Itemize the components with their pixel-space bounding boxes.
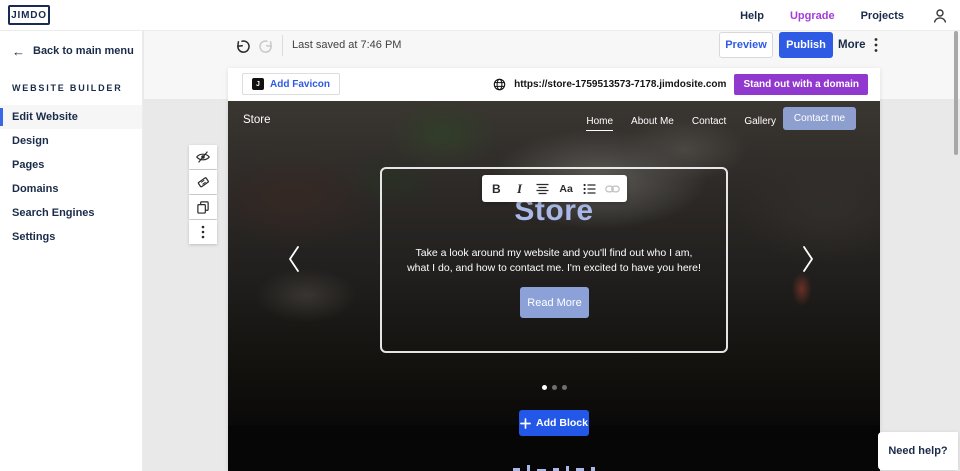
favicon-placeholder-icon: J bbox=[252, 78, 264, 90]
add-favicon-button[interactable]: J Add Favicon bbox=[242, 73, 340, 95]
sidebar-item-pages[interactable]: Pages bbox=[0, 153, 142, 177]
pagination-dot-2[interactable] bbox=[552, 385, 557, 390]
kebab-menu-icon bbox=[874, 37, 878, 53]
eye-slash-icon bbox=[195, 150, 211, 164]
publish-button[interactable]: Publish bbox=[779, 32, 833, 58]
slideshow-prev-arrow[interactable] bbox=[286, 244, 304, 274]
contact-me-button[interactable]: Contact me bbox=[783, 107, 856, 130]
site-url-group: https://store-1759513573-7178.jimdosite.… bbox=[493, 73, 868, 95]
top-bar: JIMDO Help Upgrade Projects bbox=[0, 0, 960, 31]
account-avatar-icon[interactable] bbox=[930, 6, 950, 26]
list-icon[interactable] bbox=[580, 180, 598, 198]
align-center-icon[interactable] bbox=[534, 180, 552, 198]
font-icon[interactable]: Aa bbox=[557, 180, 575, 198]
site-brand[interactable]: Store bbox=[243, 114, 271, 126]
sidebar-items: Edit Website Design Pages Domains Search… bbox=[0, 105, 142, 249]
last-saved-status: Last saved at 7:46 PM bbox=[292, 39, 401, 51]
add-favicon-label: Add Favicon bbox=[270, 79, 330, 90]
sidebar-section-title: WEBSITE BUILDER bbox=[0, 57, 142, 93]
nav-item-contact[interactable]: Contact bbox=[692, 116, 726, 131]
add-block-button[interactable]: Add Block bbox=[519, 410, 589, 436]
add-block-label: Add Block bbox=[536, 417, 588, 429]
redo-button[interactable] bbox=[254, 34, 280, 58]
slideshow-pagination bbox=[228, 385, 880, 390]
bold-icon[interactable]: B bbox=[487, 180, 505, 198]
need-help-button[interactable]: Need help? bbox=[878, 432, 958, 470]
pagination-dot-1[interactable] bbox=[542, 385, 547, 390]
projects-link[interactable]: Projects bbox=[861, 10, 904, 22]
sidebar-item-domains[interactable]: Domains bbox=[0, 177, 142, 201]
back-arrow-icon: ← bbox=[12, 46, 25, 57]
stand-out-domain-button[interactable]: Stand out with a domain bbox=[734, 74, 868, 95]
kebab-menu-icon bbox=[201, 225, 205, 239]
nav-item-gallery[interactable]: Gallery bbox=[744, 116, 776, 131]
globe-icon bbox=[493, 78, 506, 91]
favicon-bar: J Add Favicon https://store-1759513573-7… bbox=[228, 68, 880, 101]
hero-section: Store Home About Me Contact Gallery Cont… bbox=[228, 101, 880, 425]
next-section-text-peek bbox=[513, 465, 595, 471]
toolbar-divider bbox=[282, 35, 283, 56]
jimdo-logo[interactable]: JIMDO bbox=[8, 5, 50, 25]
help-link[interactable]: Help bbox=[740, 10, 764, 22]
back-to-main-menu[interactable]: ← Back to main menu bbox=[0, 31, 142, 57]
italic-icon[interactable]: I bbox=[511, 180, 529, 198]
jimdo-website-builder: JIMDO Help Upgrade Projects ← Back to ma… bbox=[0, 0, 960, 471]
hide-block-button[interactable] bbox=[189, 145, 217, 169]
site-preview-frame: J Add Favicon https://store-1759513573-7… bbox=[228, 68, 880, 471]
sidebar-item-edit-website[interactable]: Edit Website bbox=[0, 105, 142, 129]
back-label: Back to main menu bbox=[33, 45, 134, 57]
preview-button[interactable]: Preview bbox=[719, 32, 773, 58]
text-format-toolbar: B I Aa bbox=[482, 175, 627, 202]
nav-item-about-me[interactable]: About Me bbox=[631, 116, 674, 131]
sidebar-item-settings[interactable]: Settings bbox=[0, 225, 142, 249]
copy-icon bbox=[196, 200, 210, 214]
block-toolbar bbox=[189, 145, 217, 244]
style-block-button[interactable] bbox=[189, 170, 217, 194]
sidebar-item-search-engines[interactable]: Search Engines bbox=[0, 201, 142, 225]
duplicate-block-button[interactable] bbox=[189, 195, 217, 219]
link-icon[interactable] bbox=[604, 180, 622, 198]
read-more-button[interactable]: Read More bbox=[520, 287, 589, 318]
block-more-options-button[interactable] bbox=[189, 220, 217, 244]
slideshow-next-arrow[interactable] bbox=[800, 244, 818, 274]
site-url: https://store-1759513573-7178.jimdosite.… bbox=[514, 79, 726, 90]
sidebar: ← Back to main menu WEBSITE BUILDER Edit… bbox=[0, 31, 143, 471]
hero-body-text[interactable]: Take a look around my website and you'll… bbox=[404, 246, 704, 275]
sidebar-item-design[interactable]: Design bbox=[0, 129, 142, 153]
top-nav: Help Upgrade Projects bbox=[740, 0, 950, 31]
undo-button[interactable] bbox=[228, 34, 254, 58]
more-label: More bbox=[838, 39, 865, 51]
pagination-dot-3[interactable] bbox=[562, 385, 567, 390]
style-icon bbox=[196, 175, 211, 190]
more-button[interactable]: More bbox=[838, 32, 878, 58]
plus-icon bbox=[520, 418, 531, 429]
scrollbar-thumb[interactable] bbox=[954, 31, 958, 155]
upgrade-link[interactable]: Upgrade bbox=[790, 10, 835, 22]
site-nav: Home About Me Contact Gallery bbox=[586, 116, 776, 131]
nav-item-home[interactable]: Home bbox=[586, 116, 613, 131]
